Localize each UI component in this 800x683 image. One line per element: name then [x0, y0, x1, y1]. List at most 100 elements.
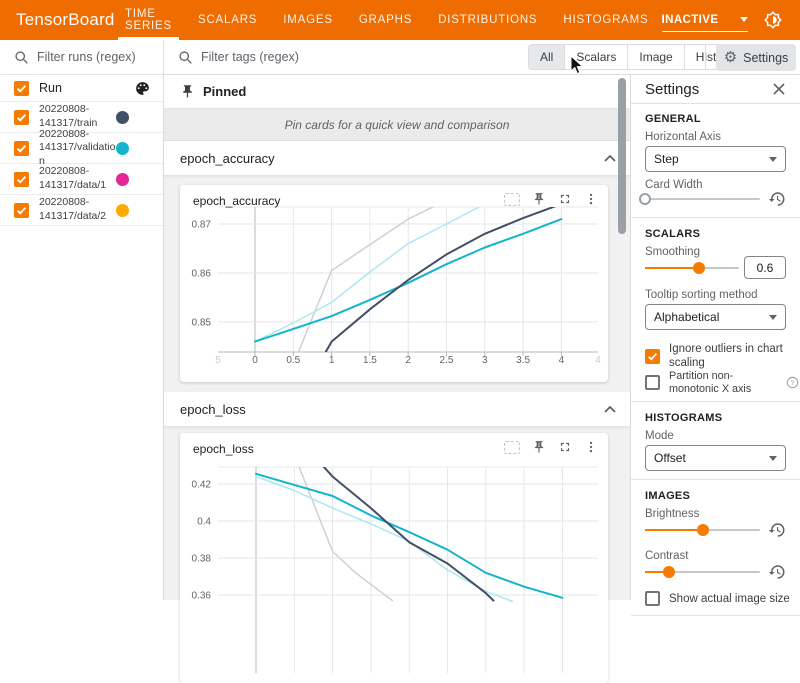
- app-logo: TensorBoard: [0, 10, 112, 30]
- tag-filter-input[interactable]: [201, 50, 401, 64]
- contrast-slider[interactable]: [645, 565, 760, 579]
- tab-scalars[interactable]: SCALARS: [185, 0, 270, 40]
- run-filter: [0, 40, 163, 75]
- card-title: epoch_accuracy: [193, 194, 280, 208]
- theme-brightness-icon[interactable]: [763, 10, 783, 30]
- run-row[interactable]: 20220808-141317/data/1: [0, 164, 163, 195]
- run-color-dot: [116, 111, 129, 124]
- partition-x-row[interactable]: Partition non-monotonic X axis ?: [645, 370, 799, 396]
- show-actual-size-row[interactable]: Show actual image size: [645, 591, 790, 606]
- runs-sidebar: Run 20220808-141317/train 20220808-14131…: [0, 40, 164, 600]
- card-width-label: Card Width: [645, 179, 703, 191]
- more-options-icon[interactable]: [584, 192, 598, 206]
- close-icon[interactable]: [772, 82, 786, 96]
- toolbar-divider: [705, 45, 706, 69]
- tab-graphs[interactable]: GRAPHS: [346, 0, 425, 40]
- epoch-loss-chart[interactable]: 0.420.40.380.36: [180, 433, 608, 683]
- svg-text:?: ?: [791, 381, 795, 388]
- reset-icon[interactable]: [768, 521, 786, 539]
- svg-text:0.38: 0.38: [192, 554, 212, 565]
- smoothing-value-input[interactable]: [745, 261, 785, 275]
- fit-domain-icon[interactable]: [504, 193, 520, 206]
- reset-icon[interactable]: [768, 190, 786, 208]
- filter-pill-all[interactable]: All: [529, 45, 565, 69]
- images-heading: IMAGES: [645, 490, 690, 502]
- horizontal-axis-label: Horizontal Axis: [645, 131, 721, 143]
- svg-text:0.87: 0.87: [192, 220, 212, 231]
- tooltip-sorting-select[interactable]: Alphabetical: [645, 304, 786, 330]
- section-header-epoch-loss[interactable]: epoch_loss: [164, 392, 630, 427]
- settings-panel-title: Settings: [645, 81, 772, 98]
- tag-toolbar: All Scalars Image Histogram ⚙ Settings: [164, 40, 800, 75]
- tab-histograms[interactable]: HISTOGRAMS: [550, 0, 661, 40]
- horizontal-axis-select[interactable]: Step: [645, 146, 786, 172]
- svg-text:0.4: 0.4: [197, 517, 211, 528]
- section-header-epoch-accuracy[interactable]: epoch_accuracy: [164, 141, 630, 176]
- main-scrollbar[interactable]: [618, 78, 626, 234]
- show-actual-size-checkbox[interactable]: [645, 591, 660, 606]
- reset-icon[interactable]: [768, 563, 786, 581]
- svg-text:3.5: 3.5: [516, 355, 530, 366]
- histogram-mode-select[interactable]: Offset: [645, 445, 786, 471]
- ignore-outliers-row[interactable]: Ignore outliers in chart scaling: [645, 343, 789, 371]
- chevron-up-icon[interactable]: [604, 406, 616, 413]
- smoothing-slider[interactable]: [645, 261, 739, 275]
- brightness-slider[interactable]: [645, 523, 760, 537]
- app-header: TensorBoard TIME SERIES SCALARS IMAGES G…: [0, 0, 800, 40]
- mode-label: Mode: [645, 430, 674, 442]
- svg-text:1.5: 1.5: [363, 355, 377, 366]
- run-row[interactable]: 20220808-141317/data/2: [0, 195, 163, 226]
- fullscreen-icon[interactable]: [558, 192, 572, 206]
- search-icon: [14, 50, 29, 65]
- search-icon: [178, 50, 193, 65]
- run-filter-input[interactable]: [37, 50, 155, 64]
- run-checkbox[interactable]: [14, 110, 29, 125]
- settings-panel: Settings GENERAL Horizontal Axis Step Ca…: [631, 75, 800, 600]
- help-icon[interactable]: ?: [786, 376, 799, 389]
- palette-icon[interactable]: [134, 80, 151, 97]
- card-title: epoch_loss: [193, 442, 254, 456]
- cards-area: Pinned Pin cards for a quick view and co…: [164, 75, 631, 600]
- fit-domain-icon[interactable]: [504, 441, 520, 454]
- tab-distributions[interactable]: DISTRIBUTIONS: [425, 0, 550, 40]
- section-title: epoch_accuracy: [180, 151, 604, 166]
- partition-x-checkbox[interactable]: [645, 375, 660, 390]
- run-row[interactable]: 20220808-141317/validation: [0, 133, 163, 164]
- filter-pill-image[interactable]: Image: [628, 45, 684, 69]
- scalar-card-epoch-accuracy: 0.850.860.8700.511.522.533.5454 epoch_ac…: [180, 185, 608, 382]
- fullscreen-icon[interactable]: [558, 440, 572, 454]
- chevron-up-icon[interactable]: [604, 155, 616, 162]
- run-color-dot: [116, 173, 129, 186]
- general-heading: GENERAL: [645, 113, 701, 125]
- run-checkbox[interactable]: [14, 141, 29, 156]
- tooltip-sorting-label: Tooltip sorting method: [645, 289, 758, 301]
- svg-text:1: 1: [329, 355, 335, 366]
- ignore-outliers-checkbox[interactable]: [645, 349, 660, 364]
- histograms-heading: HISTOGRAMS: [645, 412, 722, 424]
- more-options-icon[interactable]: [584, 440, 598, 454]
- gear-icon: ⚙: [724, 50, 737, 65]
- brightness-label: Brightness: [645, 508, 699, 520]
- svg-text:5: 5: [215, 355, 221, 366]
- settings-button[interactable]: ⚙ Settings: [716, 44, 796, 71]
- smoothing-value-box: [744, 256, 786, 279]
- tab-images[interactable]: IMAGES: [270, 0, 346, 40]
- tab-time-series[interactable]: TIME SERIES: [112, 0, 185, 40]
- run-checkbox[interactable]: [14, 172, 29, 187]
- svg-text:2.5: 2.5: [440, 355, 454, 366]
- run-color-dot: [116, 204, 129, 217]
- run-checkbox[interactable]: [14, 203, 29, 218]
- run-name: 20220808-141317/data/2: [39, 196, 116, 223]
- card-width-slider[interactable]: [645, 192, 760, 206]
- pin-icon[interactable]: [532, 192, 546, 206]
- pin-icon: [180, 84, 195, 99]
- run-select-all-checkbox[interactable]: [14, 81, 29, 96]
- reload-status-dropdown[interactable]: INACTIVE: [662, 8, 748, 32]
- partition-x-label: Partition non-monotonic X axis: [669, 370, 777, 396]
- run-name: 20220808-141317/data/1: [39, 165, 116, 192]
- runs-header-label: Run: [39, 81, 134, 95]
- pin-icon[interactable]: [532, 440, 546, 454]
- epoch-accuracy-chart[interactable]: 0.850.860.8700.511.522.533.5454: [180, 185, 608, 382]
- run-name: 20220808-141317/validation: [39, 128, 116, 169]
- main-nav: TIME SERIES SCALARS IMAGES GRAPHS DISTRI…: [112, 0, 662, 40]
